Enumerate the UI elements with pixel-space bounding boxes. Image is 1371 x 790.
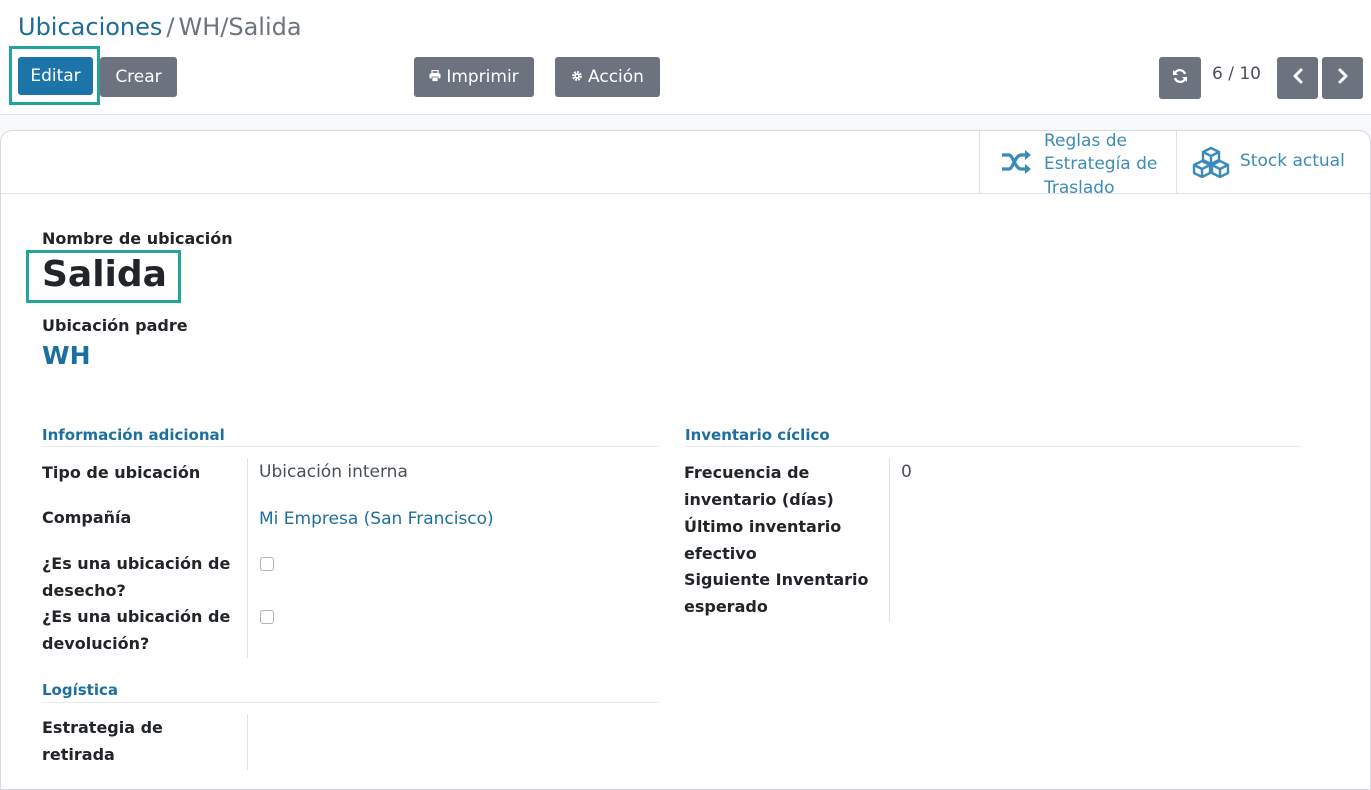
refresh-button[interactable]	[1159, 57, 1201, 99]
logistics-divider	[42, 702, 659, 703]
print-button[interactable]: Imprimir	[414, 57, 534, 97]
scrap-location-label: ¿Es una ubicación de desecho?	[42, 554, 231, 600]
chevron-right-icon	[1336, 68, 1350, 89]
location-type-value: Ubicación interna	[259, 462, 408, 482]
putaway-rules-button[interactable]: Reglas de Estrategía de Traslado	[979, 131, 1176, 198]
shuffle-icon	[1000, 149, 1032, 175]
action-button-label: Acción	[588, 67, 644, 87]
location-name-label: Nombre de ubicación	[42, 229, 233, 248]
pager-previous-button[interactable]	[1277, 57, 1318, 99]
pager-value[interactable]: 6 / 10	[1212, 64, 1261, 84]
action-button[interactable]: Acción	[555, 57, 660, 97]
company-label: Compañía	[42, 508, 132, 527]
cyclic-inventory-separator	[889, 458, 890, 622]
pager-next-button[interactable]	[1322, 57, 1363, 99]
logistics-separator	[247, 714, 248, 770]
cyclic-inventory-title: Inventario cíclico	[685, 426, 830, 444]
return-location-label: ¿Es una ubicación de devolución?	[42, 607, 231, 653]
logistics-title: Logística	[42, 681, 118, 699]
edit-button-highlight	[9, 46, 100, 105]
additional-info-divider	[42, 446, 659, 447]
parent-location-label: Ubicación padre	[42, 316, 188, 335]
control-panel: Ubicaciones / WH/Salida Editar Crear Impri…	[0, 0, 1371, 115]
cyclic-inventory-divider	[684, 446, 1301, 447]
parent-location-link[interactable]: WH	[42, 340, 91, 372]
last-inventory-label: Último inventario efectivo	[684, 517, 842, 563]
create-button[interactable]: Crear	[100, 57, 177, 97]
company-link[interactable]: Mi Empresa (San Francisco)	[259, 506, 494, 533]
current-stock-button[interactable]: Stock actual	[1176, 131, 1370, 193]
location-name-highlight	[26, 250, 181, 303]
printer-icon	[429, 69, 441, 85]
create-button-label: Crear	[115, 67, 162, 87]
breadcrumb: Ubicaciones / WH/Salida	[18, 12, 302, 42]
additional-info-title: Información adicional	[42, 426, 225, 444]
next-inventory-label: Siguiente Inventario esperado	[684, 570, 869, 616]
breadcrumb-ubicaciones-link[interactable]: Ubicaciones	[18, 13, 162, 41]
putaway-rules-label: Reglas de Estrategía de Traslado	[1044, 130, 1158, 198]
inventory-frequency-value[interactable]: 0	[901, 459, 912, 486]
refresh-icon	[1172, 68, 1188, 89]
print-button-label: Imprimir	[446, 67, 519, 87]
gear-icon	[571, 70, 583, 85]
removal-strategy-label: Estrategia de retirada	[42, 718, 163, 764]
smart-button-box: Reglas de Estrategía de Traslado Stock a…	[1, 131, 1370, 198]
return-location-checkbox[interactable]	[260, 610, 274, 624]
location-type-label: Tipo de ubicación	[42, 463, 201, 482]
scrap-location-checkbox[interactable]	[260, 557, 274, 571]
additional-info-separator	[247, 458, 248, 658]
breadcrumb-separator: /	[166, 13, 175, 41]
breadcrumb-current: WH/Salida	[178, 13, 302, 41]
current-stock-label: Stock actual	[1240, 151, 1345, 172]
inventory-frequency-label: Frecuencia de inventario (días)	[684, 463, 834, 509]
chevron-left-icon	[1291, 68, 1305, 89]
cubes-icon	[1192, 146, 1230, 178]
